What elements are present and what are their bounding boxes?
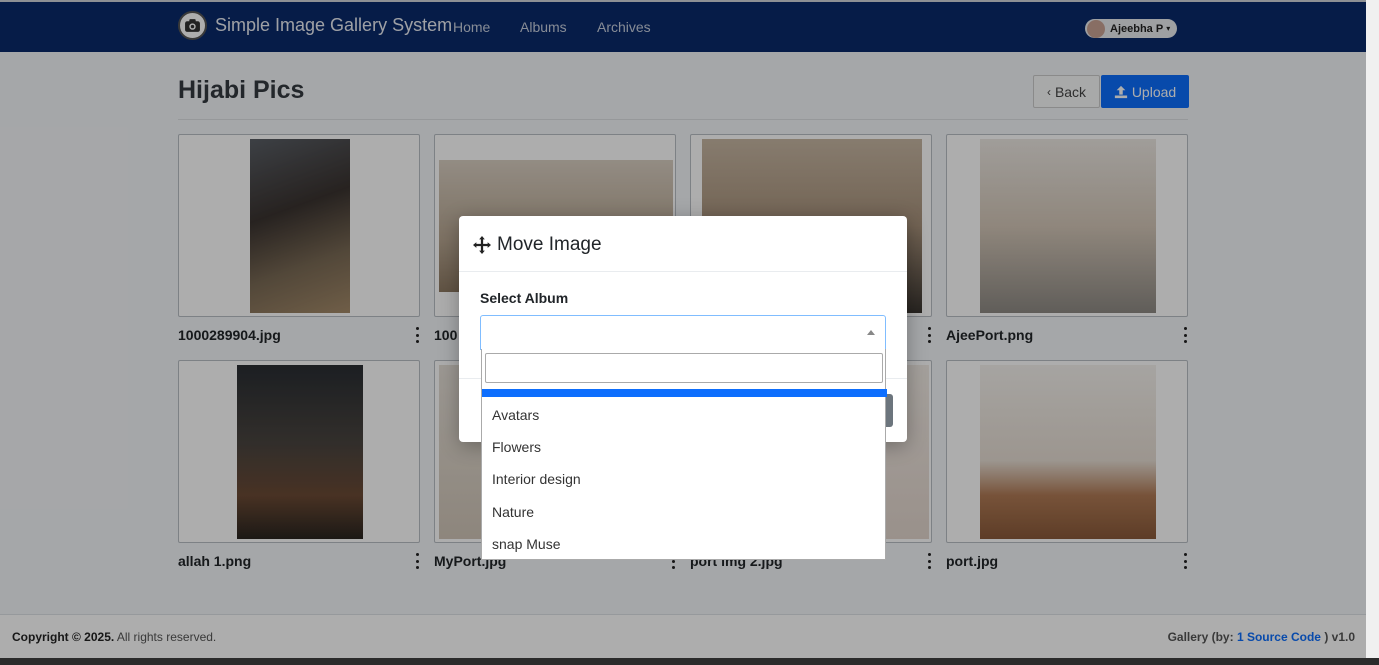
album-search-input[interactable] bbox=[485, 353, 883, 383]
select-album-label: Select Album bbox=[480, 290, 569, 306]
album-select[interactable] bbox=[480, 315, 886, 350]
taskbar bbox=[0, 658, 1379, 665]
modal-title: Move Image bbox=[497, 234, 602, 255]
album-option[interactable]: Avatars bbox=[492, 407, 539, 423]
highlighted-option[interactable] bbox=[482, 389, 887, 397]
caret-up-icon bbox=[867, 330, 875, 335]
album-option[interactable]: snap Muse bbox=[492, 536, 560, 552]
album-option[interactable]: Flowers bbox=[492, 439, 541, 455]
album-option[interactable]: Interior design bbox=[492, 471, 581, 487]
modal-header: Move Image bbox=[459, 216, 907, 272]
move-button[interactable] bbox=[885, 394, 893, 427]
scrollbar[interactable] bbox=[1366, 0, 1379, 658]
move-icon bbox=[473, 236, 491, 254]
album-option[interactable]: Nature bbox=[492, 504, 534, 520]
album-dropdown: Avatars Flowers Interior design Nature s… bbox=[481, 349, 887, 560]
